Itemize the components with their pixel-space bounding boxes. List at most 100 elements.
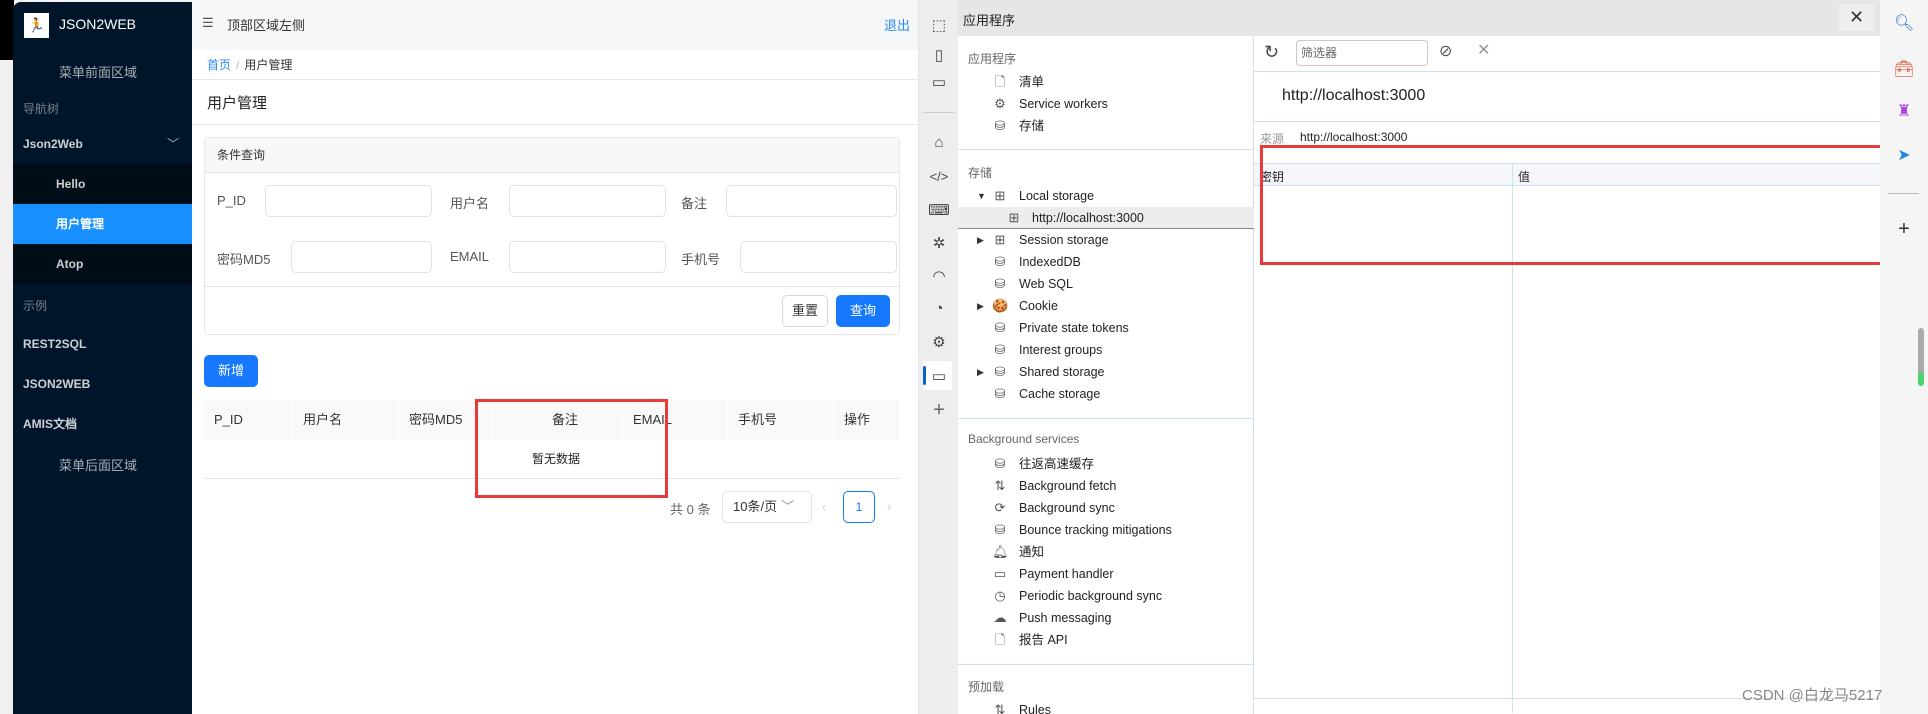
toolbox-icon[interactable]: 🧰︎ [1894, 59, 1914, 79]
up-down-arrows-icon: ⇅ [994, 478, 1006, 493]
tree-item-session-storage[interactable]: ▶ ⊞ Session storage [958, 229, 1254, 251]
tree-item-periodic-sync[interactable]: ◷ Periodic background sync [958, 585, 1254, 607]
document-icon: 🗋 [994, 74, 1006, 89]
breadcrumb-home[interactable]: 首页 [207, 58, 231, 72]
application-icon[interactable]: ▭ [929, 366, 949, 386]
tree-item-service-workers[interactable]: ⚙ Service workers [958, 93, 1254, 115]
password-md5-input[interactable] [291, 241, 432, 273]
tree-item-local-storage[interactable]: ▼ ⊞ Local storage [958, 185, 1254, 207]
column-header[interactable]: 操作 [834, 400, 900, 440]
field-label-password-md5: 密码MD5 [217, 252, 271, 267]
tree-item-bfcache[interactable]: ⛁ 往返高速缓存 [958, 453, 1254, 475]
filter-input[interactable]: 筛选器 [1296, 40, 1428, 66]
tree-item-storage[interactable]: ⛁ 存储 [958, 115, 1254, 137]
highlight-box [475, 399, 668, 498]
page-size-select[interactable]: 10条/页 ﹀ [722, 491, 812, 523]
tree-item-rules[interactable]: ⇅ Rules [958, 699, 1254, 714]
sidebar-item-json2web[interactable]: Json2Web ﹀ [13, 124, 193, 164]
sidebar-item-amis-docs[interactable]: AMIS文档 [13, 404, 193, 444]
add-button[interactable]: 新增 [204, 355, 258, 387]
sidebar-item-label: Json2Web [23, 137, 83, 151]
tree-item-interest-groups[interactable]: ⛁ Interest groups [958, 339, 1254, 361]
examples-group-label: 示例 [23, 299, 48, 313]
refresh-icon[interactable]: ↻ [1264, 42, 1279, 63]
card-icon: ▭ [993, 566, 1007, 581]
memory-icon[interactable]: ⚙ [929, 332, 949, 352]
tree-item-manifest[interactable]: 🗋 清单 [958, 71, 1254, 93]
home-icon[interactable]: ⌂ [929, 132, 949, 152]
pid-input[interactable] [265, 185, 432, 217]
collapse-menu-icon[interactable]: ☰ [202, 15, 214, 31]
bug-icon[interactable]: ✲ [929, 233, 949, 253]
database-icon: ⛁ [994, 320, 1006, 335]
search-button[interactable]: 查询 [836, 295, 890, 327]
tree-item-localhost-origin[interactable]: ⊞ http://localhost:3000 [958, 207, 1254, 229]
expand-triangle-right-icon[interactable]: ▶ [977, 361, 984, 383]
tree-item-background-sync[interactable]: ⟳ Background sync [958, 497, 1254, 519]
column-header[interactable]: 手机号 [728, 400, 834, 440]
clock-icon: ◷ [994, 588, 1006, 603]
remark-input[interactable] [726, 185, 897, 217]
sidebar-item-json2web-example[interactable]: JSON2WEB [13, 364, 193, 404]
sidebar-item-rest2sql[interactable]: REST2SQL [13, 324, 193, 364]
search-icon[interactable]: 🔍︎ [1894, 13, 1914, 33]
device-emulation-icon[interactable]: ▯ [929, 45, 949, 65]
logout-link[interactable]: 退出 [884, 15, 910, 34]
sidebar-item-hello[interactable]: Hello [13, 164, 193, 204]
tree-item-notifications[interactable]: 🔔︎ 通知 [958, 541, 1254, 563]
elements-icon[interactable]: </> [929, 166, 949, 186]
pager-page-button[interactable]: 1 [843, 491, 875, 523]
delete-selected-icon[interactable]: ✕ [1477, 40, 1490, 60]
close-icon[interactable]: ✕ [1839, 4, 1874, 31]
sidebar-item-atop[interactable]: Atop [13, 244, 193, 284]
browser-sidebar: 🔍︎ 🧰︎ ♜ ➤ + [1880, 0, 1928, 714]
cookie-icon: 🍪 [992, 298, 1009, 313]
add-tool-icon[interactable]: + [929, 399, 949, 421]
tree-item-cache-storage[interactable]: ⛁ Cache storage [958, 383, 1254, 405]
field-label-email: EMAIL [450, 249, 490, 264]
expand-triangle-right-icon[interactable]: ▶ [977, 229, 984, 251]
document-icon: 🗋 [994, 632, 1006, 647]
database-icon: ⛁ [994, 456, 1006, 471]
tree-item-bounce-tracking[interactable]: ⛁ Bounce tracking mitigations [958, 519, 1254, 541]
brand-title: JSON2WEB [59, 16, 137, 32]
breadcrumb: 首页 / 用户管理 [207, 56, 292, 73]
pager-next-icon[interactable]: › [887, 499, 891, 514]
tree-item-cookie[interactable]: ▶ 🍪 Cookie [958, 295, 1254, 317]
scrollbar[interactable] [1918, 328, 1924, 386]
tree-item-indexeddb[interactable]: ⛁ IndexedDB [958, 251, 1254, 273]
clear-all-icon[interactable]: ⊘ [1439, 41, 1452, 61]
section-preload: 预加载 [968, 680, 1005, 694]
reset-button[interactable]: 重置 [782, 295, 828, 327]
column-header[interactable]: P_ID [204, 400, 293, 440]
pager-prev-icon[interactable]: ‹ [822, 499, 826, 514]
send-icon[interactable]: ➤ [1894, 145, 1914, 165]
divider [1254, 71, 1880, 72]
breadcrumb-separator: / [236, 58, 240, 72]
phone-input[interactable] [740, 241, 897, 273]
tree-item-push-messaging[interactable]: ☁ Push messaging [958, 607, 1254, 629]
expand-triangle-right-icon[interactable]: ▶ [977, 295, 984, 317]
wifi-icon[interactable]: ◠ [929, 266, 949, 286]
topbar-title: 顶部区域左侧 [227, 18, 306, 33]
devtools-panel-title: 应用程序 [963, 13, 1016, 28]
sidebar-item-user-management[interactable]: 用户管理 [13, 204, 193, 244]
background-window-strip-lower [0, 60, 14, 714]
window-icon[interactable]: ▭ [929, 72, 949, 92]
tree-item-reporting-api[interactable]: 🗋 报告 API [958, 629, 1254, 651]
inspect-element-icon[interactable]: ⬚ [929, 15, 949, 35]
column-header[interactable]: 用户名 [293, 400, 399, 440]
tree-item-shared-storage[interactable]: ▶ ⛁ Shared storage [958, 361, 1254, 383]
tree-item-private-state-tokens[interactable]: ⛁ Private state tokens [958, 317, 1254, 339]
tree-item-payment-handler[interactable]: ▭ Payment handler [958, 563, 1254, 585]
add-icon[interactable]: + [1894, 218, 1914, 240]
tree-item-background-fetch[interactable]: ⇅ Background fetch [958, 475, 1254, 497]
expand-triangle-down-icon[interactable]: ▼ [977, 185, 986, 207]
performance-icon[interactable]: ◔ [929, 298, 949, 318]
games-icon[interactable]: ♜ [1894, 101, 1914, 121]
console-icon[interactable]: ⌨ [928, 200, 950, 220]
tree-item-web-sql[interactable]: ⛁ Web SQL [958, 273, 1254, 295]
email-input[interactable] [509, 241, 666, 273]
field-label-phone: 手机号 [681, 252, 721, 267]
username-input[interactable] [509, 185, 666, 217]
